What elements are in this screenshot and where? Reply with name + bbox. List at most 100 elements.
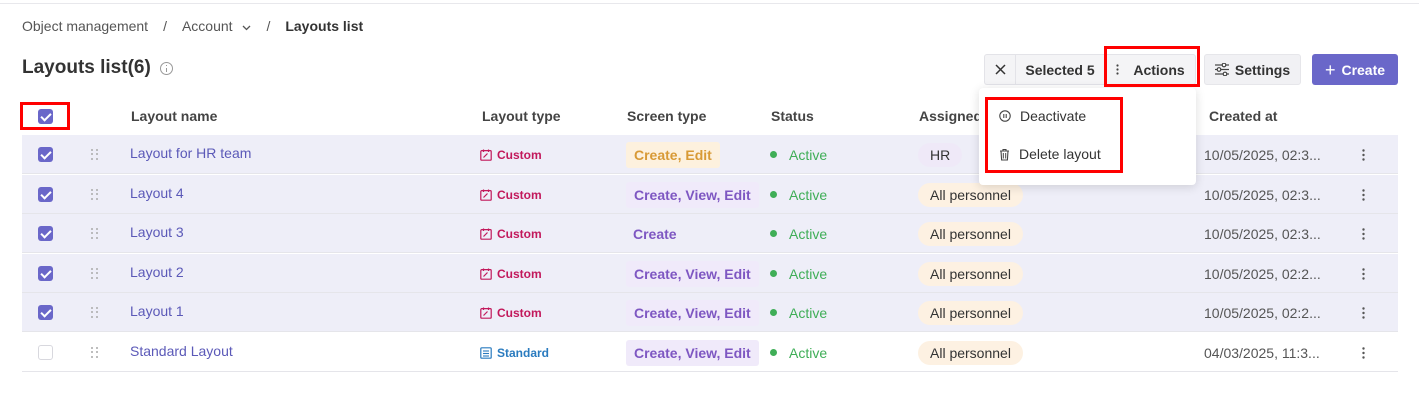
column-header-screen-type[interactable]: Screen type (627, 97, 706, 135)
breadcrumb-separator: / (163, 18, 167, 34)
screen-type-tag: Create, View, Edit (626, 260, 759, 287)
breadcrumb-object-management[interactable]: Object management (22, 18, 148, 34)
more-vertical-icon (1116, 64, 1119, 75)
created-at-text: 10/05/2025, 02:2... (1204, 304, 1321, 321)
drag-handle[interactable] (91, 214, 99, 253)
layout-name-link[interactable]: Layout 4 (130, 185, 184, 201)
layout-type-label: Custom (497, 305, 542, 320)
created-at-text: 10/05/2025, 02:3... (1204, 225, 1321, 242)
row-menu-button[interactable] (1362, 254, 1365, 293)
drag-handle[interactable] (91, 135, 99, 174)
column-header-layout-type[interactable]: Layout type (482, 97, 561, 135)
menu-item-label: Delete layout (1019, 146, 1101, 162)
drag-handle-icon (91, 346, 99, 359)
row-menu-button[interactable] (1362, 175, 1365, 214)
row-menu-button[interactable] (1362, 135, 1365, 174)
screen-type-tag: Create, Edit (626, 141, 720, 168)
settings-button-label: Settings (1234, 61, 1291, 78)
table-row[interactable]: Layout 3 Custom Create Active All personnel 1… (22, 214, 1398, 253)
row-menu-button[interactable] (1362, 333, 1365, 372)
row-checkbox-cell (38, 293, 53, 332)
screen-type-cell: Create, View, Edit (626, 254, 759, 293)
table-row[interactable]: Layout 1 Custom Create, View, Edit Active Al… (22, 293, 1398, 332)
create-button-label: Create (1341, 61, 1386, 78)
column-header-created-at[interactable]: Created at (1209, 97, 1277, 135)
row-checkbox-cell (38, 175, 53, 214)
assigned-cell: All personnel (918, 333, 1023, 372)
pause-circle-icon (999, 110, 1011, 122)
menu-item-deactivate[interactable]: Deactivate (979, 97, 1196, 135)
more-vertical-icon (1362, 267, 1365, 280)
status-badge: Active (770, 187, 827, 203)
layout-name-link[interactable]: Layout 1 (130, 303, 184, 319)
row-checkbox[interactable] (38, 147, 53, 162)
status-cell: Active (770, 254, 827, 293)
status-cell: Active (770, 175, 827, 214)
layout-name-link[interactable]: Layout 2 (130, 264, 184, 280)
assigned-tag: All personnel (918, 300, 1023, 325)
row-menu-button[interactable] (1362, 293, 1365, 332)
actions-menu: Deactivate Delete layout (979, 88, 1196, 185)
layout-type-badge: Custom (480, 188, 542, 202)
row-checkbox-cell (38, 135, 53, 174)
top-divider (0, 3, 1419, 4)
row-checkbox[interactable] (38, 266, 53, 281)
drag-handle[interactable] (91, 254, 99, 293)
drag-handle[interactable] (91, 293, 99, 332)
assigned-cell: HR (918, 135, 963, 174)
assigned-tag: All personnel (918, 340, 1023, 365)
select-all-checkbox[interactable] (38, 108, 53, 124)
create-button[interactable]: + Create (1312, 54, 1398, 85)
table-row[interactable]: Standard Layout Standard Create, View, Edi… (22, 333, 1398, 372)
clear-selection-button[interactable] (984, 54, 1015, 85)
settings-button[interactable]: Settings (1204, 54, 1301, 85)
breadcrumb-account[interactable]: Account (182, 18, 251, 34)
table-row[interactable]: Layout 2 Custom Create, View, Edit Active Al… (22, 254, 1398, 293)
row-checkbox[interactable] (38, 187, 53, 202)
layout-name-link[interactable]: Standard Layout (130, 343, 233, 359)
layout-name-link[interactable]: Layout for HR team (130, 145, 251, 161)
row-checkbox-cell (38, 333, 53, 372)
drag-handle[interactable] (91, 175, 99, 214)
row-menu-button[interactable] (1362, 214, 1365, 253)
screen-type-cell: Create (626, 214, 685, 253)
menu-item-delete-layout[interactable]: Delete layout (979, 135, 1196, 173)
row-checkbox[interactable] (38, 226, 53, 241)
created-at-text: 04/03/2025, 11:3... (1204, 344, 1320, 361)
layout-name-link[interactable]: Layout 3 (130, 224, 184, 240)
layout-type-label: Custom (497, 187, 542, 202)
created-at-cell: 10/05/2025, 02:3... (1204, 135, 1321, 174)
status-badge: Active (770, 147, 827, 163)
more-vertical-icon (1362, 227, 1365, 240)
column-header-status[interactable]: Status (771, 97, 814, 135)
status-badge: Active (770, 226, 827, 242)
chevron-down-icon (242, 25, 251, 31)
row-checkbox[interactable] (38, 345, 53, 360)
custom-layout-icon (480, 189, 497, 201)
drag-handle-icon (91, 148, 99, 161)
info-icon[interactable] (159, 61, 173, 75)
column-header-assigned[interactable]: Assigned (919, 97, 982, 135)
selected-count: Selected 5 (1015, 54, 1105, 85)
layout-name-cell: Layout 3 (130, 214, 184, 253)
row-checkbox[interactable] (38, 305, 53, 320)
layout-type-cell: Custom (480, 254, 542, 293)
actions-button-label: Actions (1133, 61, 1185, 78)
layout-name-cell: Layout 1 (130, 293, 184, 332)
drag-handle-icon (91, 188, 99, 201)
actions-button[interactable]: Actions (1105, 54, 1196, 85)
created-at-text: 10/05/2025, 02:3... (1204, 146, 1321, 163)
layout-type-label: Standard (497, 345, 550, 360)
status-badge: Active (770, 345, 827, 361)
drag-handle[interactable] (91, 333, 99, 372)
created-at-cell: 10/05/2025, 02:3... (1204, 214, 1321, 253)
status-cell: Active (770, 333, 827, 372)
status-dot-icon (770, 191, 777, 198)
custom-layout-icon (480, 268, 497, 280)
status-badge: Active (770, 305, 827, 321)
status-dot-icon (770, 151, 777, 158)
layout-type-badge: Custom (480, 306, 542, 320)
status-cell: Active (770, 135, 827, 174)
created-at-text: 10/05/2025, 02:2... (1204, 265, 1321, 282)
column-header-layout-name[interactable]: Layout name (131, 97, 217, 135)
